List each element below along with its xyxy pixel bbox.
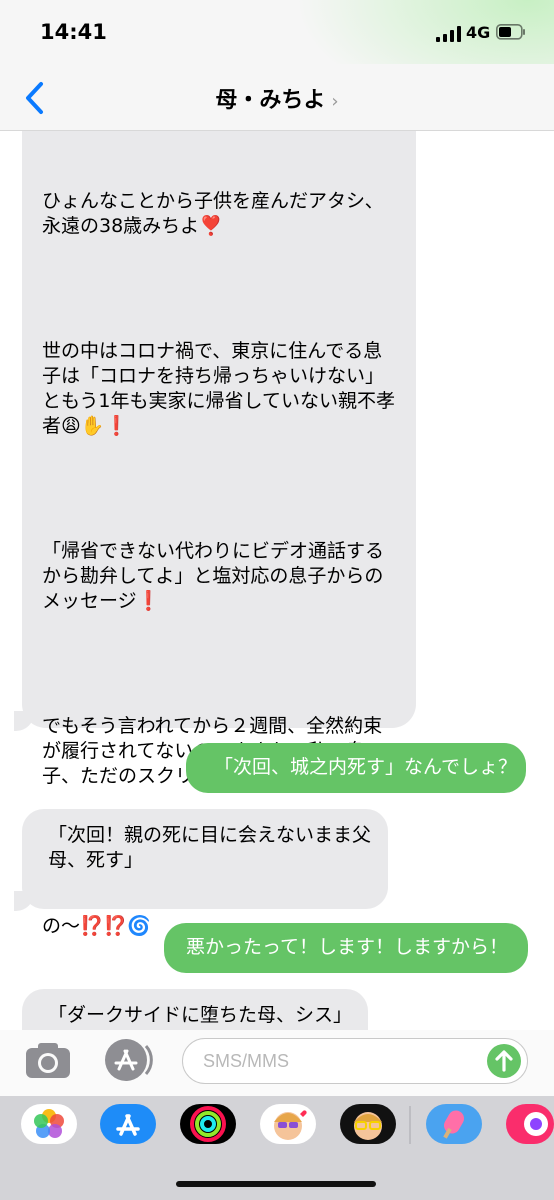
battery-icon: [496, 24, 525, 40]
photos-icon[interactable]: [21, 1104, 77, 1144]
bubble-tail: [14, 891, 34, 911]
contact-name: 母・みちよ: [215, 88, 326, 113]
status-bar: 14:41 4G: [0, 0, 554, 120]
bubble-tail: [14, 711, 34, 731]
send-button[interactable]: [487, 1044, 521, 1078]
memoji-heart-icon[interactable]: [260, 1104, 316, 1144]
compose-bar: SMS/MMS: [0, 1030, 554, 1096]
message-input-placeholder: SMS/MMS: [203, 1051, 290, 1071]
message-bubble-outgoing[interactable]: 「次回、城之内死す」なんでしょ？: [186, 743, 526, 793]
message-paragraph: 世の中はコロナ禍で、東京に住んでる息 子は「コロナを持ち帰っちゃいけない」 とも…: [42, 340, 395, 437]
message-list[interactable]: ひょんなことから子供を産んだアタシ、 永遠の38歳みちよ❣️ 世の中はコロナ禍で…: [0, 131, 554, 1031]
chevron-right-icon: ›: [331, 91, 339, 112]
status-time: 14:41: [40, 20, 107, 44]
tray-divider: [409, 1106, 411, 1144]
message-paragraph: ひょんなことから子供を産んだアタシ、 永遠の38歳みちよ❣️: [42, 190, 384, 237]
message-bubble-outgoing[interactable]: 悪かったって！します！しますから！: [164, 923, 528, 973]
app-store-icon[interactable]: [100, 1104, 156, 1144]
popsicle-icon[interactable]: [426, 1104, 482, 1144]
arrow-up-icon: [495, 1050, 513, 1072]
home-indicator[interactable]: [176, 1181, 376, 1187]
memoji-glasses-icon[interactable]: [340, 1104, 396, 1144]
music-icon[interactable]: [506, 1104, 554, 1144]
app-store-button-icon[interactable]: [102, 1036, 154, 1084]
app-drawer: [0, 1096, 554, 1200]
message-bubble-incoming[interactable]: ひょんなことから子供を産んだアタシ、 永遠の38歳みちよ❣️ 世の中はコロナ禍で…: [22, 131, 416, 937]
message-bubble-incoming[interactable]: 「次回！親の死に目に会えないまま父 母、死す」: [22, 809, 388, 909]
camera-icon[interactable]: [24, 1040, 72, 1080]
message-paragraph: 「帰省できない代わりにビデオ通話する から勘弁してよ」と塩対応の息子からの メッ…: [42, 540, 385, 612]
message-bubble-incoming[interactable]: 「ダークサイドに堕ちた母、シス」: [22, 989, 368, 1031]
conversation-title[interactable]: 母・みちよ ›: [0, 82, 554, 114]
network-label: 4G: [466, 23, 491, 42]
nav-bar: 母・みちよ ›: [0, 64, 554, 131]
activity-icon[interactable]: [180, 1104, 236, 1144]
message-input[interactable]: SMS/MMS: [182, 1038, 528, 1084]
signal-icon: [436, 26, 461, 42]
